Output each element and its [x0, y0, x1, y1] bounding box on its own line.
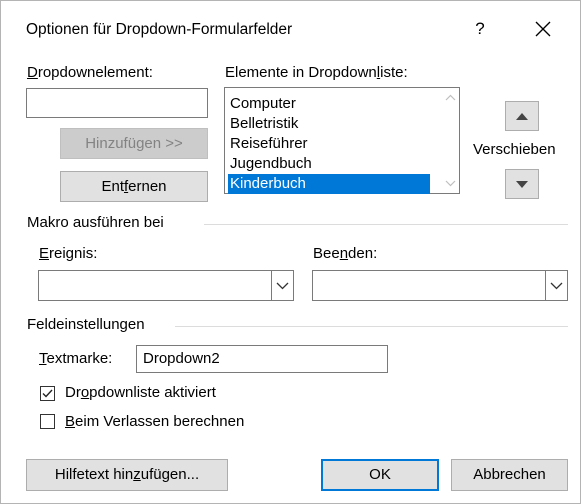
exit-label: Beenden:: [313, 245, 378, 262]
exit-combo-dropdown[interactable]: [545, 271, 567, 300]
scroll-up-icon[interactable]: [442, 90, 459, 107]
exit-combo[interactable]: [312, 270, 568, 301]
macro-group-label: Makro ausführen bei: [27, 214, 164, 231]
list-label: Elemente in Dropdownliste:: [225, 64, 408, 81]
list-item-selected[interactable]: Kinderbuch: [228, 174, 430, 194]
close-button[interactable]: [528, 14, 558, 44]
chevron-down-icon: [276, 282, 289, 290]
list-item[interactable]: Belletristik: [228, 114, 430, 134]
event-combo[interactable]: [38, 270, 294, 301]
triangle-down-icon: [516, 181, 528, 188]
field-settings-group-label: Feldeinstellungen: [27, 316, 145, 333]
add-button[interactable]: Hinzufügen >>: [60, 128, 208, 159]
cancel-button[interactable]: Abbrechen: [451, 459, 568, 491]
field-settings-separator: [175, 326, 568, 327]
move-down-button[interactable]: [505, 169, 539, 199]
triangle-up-icon: [516, 113, 528, 120]
scroll-down-icon[interactable]: [442, 174, 459, 191]
dropdown-items-list[interactable]: Computer Belletristik Reiseführer Jugend…: [224, 87, 460, 194]
enable-dropdown-label: Dropdownliste aktiviert: [65, 384, 216, 401]
help-button[interactable]: ?: [466, 15, 494, 43]
event-label: Ereignis:: [39, 245, 98, 262]
move-up-button[interactable]: [505, 101, 539, 131]
list-item[interactable]: Computer: [228, 94, 430, 114]
enable-dropdown-checkbox[interactable]: [40, 386, 55, 401]
checkmark-icon: [42, 389, 53, 398]
ok-button[interactable]: OK: [321, 459, 439, 491]
dropdown-element-input[interactable]: [26, 88, 208, 118]
list-item[interactable]: Jugendbuch: [228, 154, 430, 174]
calculate-on-exit-label: Beim Verlassen berechnen: [65, 413, 245, 430]
macro-separator: [204, 224, 568, 225]
dialog-title: Optionen für Dropdown-Formularfelder: [26, 21, 293, 38]
list-scrollbar[interactable]: [442, 88, 459, 193]
list-item[interactable]: Reiseführer: [228, 134, 430, 154]
remove-button[interactable]: Entfernen: [60, 171, 208, 202]
event-combo-dropdown[interactable]: [271, 271, 293, 300]
move-label: Verschieben: [473, 141, 556, 158]
add-help-text-button[interactable]: Hilfetext hinzufügen...: [26, 459, 228, 491]
chevron-down-icon: [550, 282, 563, 290]
close-icon: [535, 21, 551, 37]
bookmark-input[interactable]: Dropdown2: [136, 345, 388, 373]
calculate-on-exit-checkbox[interactable]: [40, 414, 55, 429]
dropdown-element-label: Dropdownelement:: [27, 64, 153, 81]
bookmark-label: Textmarke:: [39, 350, 113, 367]
